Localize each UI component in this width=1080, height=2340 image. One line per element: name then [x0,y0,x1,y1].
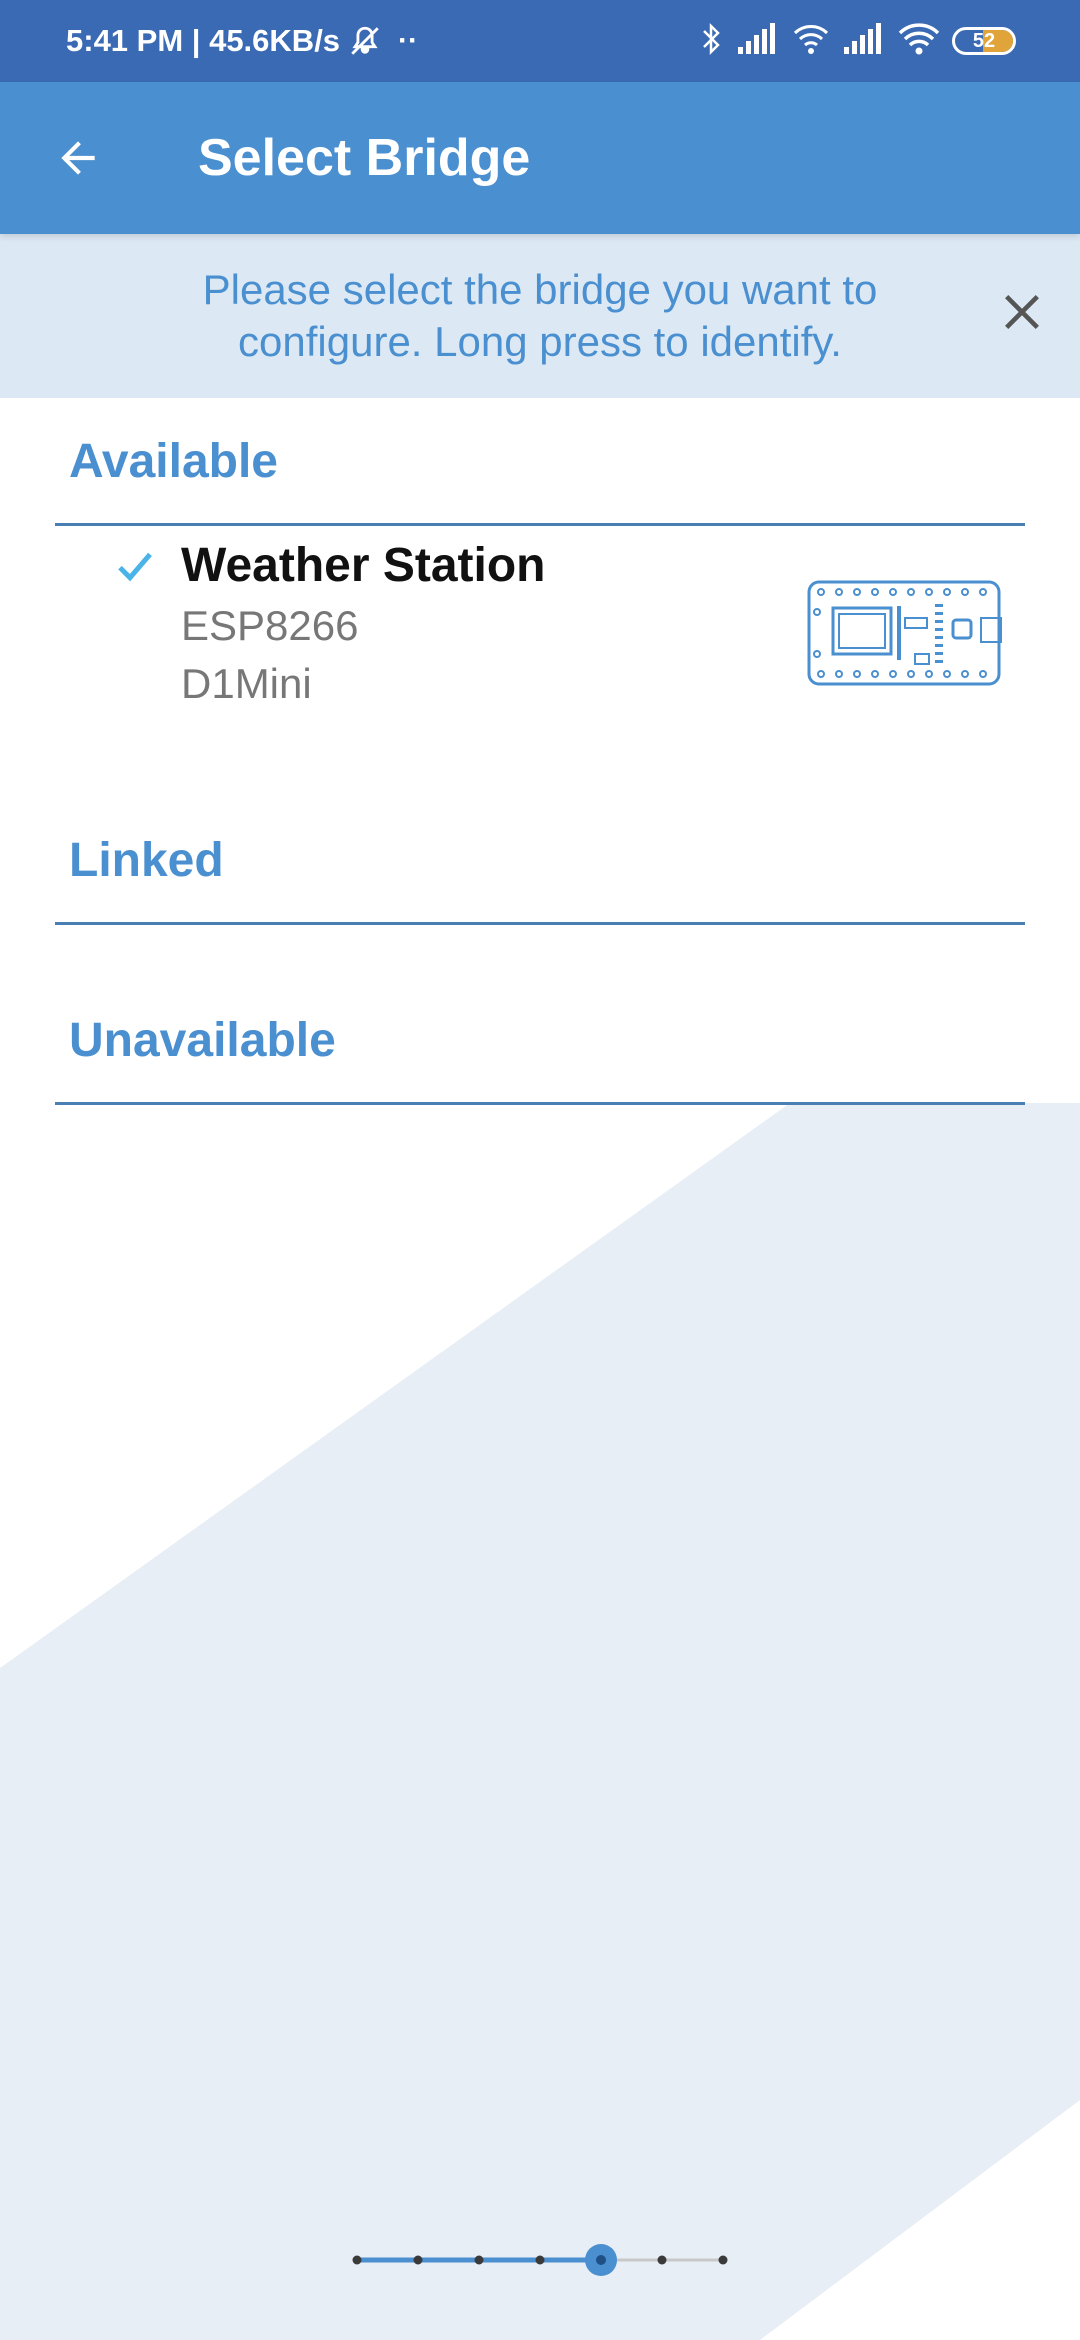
app-bar: Select Bridge [0,82,1080,234]
step-dot [413,2255,423,2265]
section-available-title: Available [69,435,278,488]
more-dots-icon: ·· [398,24,419,57]
battery-indicator: 52 [952,27,1016,55]
status-right: 52 [700,0,1016,82]
battery-level: 52 [972,29,996,52]
bridge-item-weather-station[interactable]: Weather Station ESP8266 D1Mini [55,526,1025,726]
bridge-list: Available Weather Station ESP8266 D1Mini [0,398,1080,1105]
wifi-icon [898,22,940,61]
close-banner-button[interactable] [986,276,1058,348]
step-dot [535,2255,545,2265]
bluetooth-icon [700,22,724,61]
mute-bell-icon [348,24,382,58]
status-network-speed: 45.6KB/s [209,23,341,58]
step-dot-current-center [596,2255,606,2265]
section-linked: Linked [55,798,1025,925]
page-title: Select Bridge [198,129,531,187]
status-bar: 5:41 PM | 45.6KB/s ·· 52 [0,0,1080,82]
bridge-name: Weather Station [181,539,546,592]
bridge-chip: ESP8266 [181,602,359,649]
step-dot [657,2255,667,2265]
back-button[interactable] [40,120,116,196]
info-banner: Please select the bridge you want to con… [0,234,1080,398]
arrow-left-icon [61,141,95,175]
step-dot [474,2255,484,2265]
info-banner-text: Please select the bridge you want to con… [202,266,878,365]
hotspot-icon [792,21,830,62]
section-unavailable: Unavailable [55,978,1025,1105]
check-icon [118,552,152,582]
step-dot [352,2255,362,2265]
board-icon [807,580,1002,686]
step-indicator [352,2244,728,2276]
status-left: 5:41 PM | 45.6KB/s ·· [66,0,418,82]
section-unavailable-title: Unavailable [69,1014,336,1067]
section-linked-title: Linked [69,834,224,887]
signal-icon-2 [842,22,886,60]
close-icon [1005,295,1039,329]
step-dot [718,2255,728,2265]
bridge-board: D1Mini [181,660,312,707]
status-time: 5:41 PM [66,23,184,58]
status-separator: | [183,23,210,58]
section-available: Available [55,398,1025,526]
signal-icon [736,22,780,60]
